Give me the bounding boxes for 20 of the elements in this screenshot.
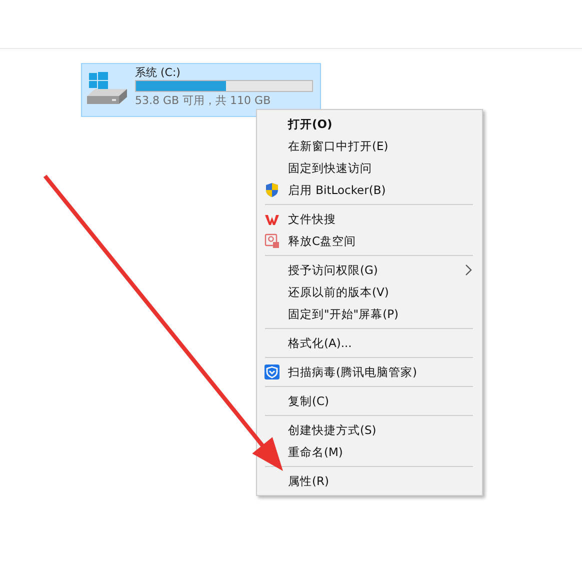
menu-item[interactable]: 还原以前的版本(V) — [257, 281, 482, 303]
menu-item[interactable]: 固定到"开始"屏幕(P) — [257, 303, 482, 325]
menu-item[interactable]: 复制(C) — [257, 390, 482, 412]
shield-icon — [264, 182, 280, 198]
free-space-text: 53.8 GB 可用，共 110 GB — [135, 93, 272, 108]
menu-item[interactable]: 固定到快速访问 — [257, 157, 482, 179]
menu-item[interactable]: 格式化(A)... — [257, 332, 482, 354]
menu-item[interactable]: 重命名(M) — [257, 441, 482, 463]
menu-item[interactable]: 启用 BitLocker(B) — [257, 179, 482, 201]
drive-tile[interactable]: 系统 (C:) 53.8 GB 可用，共 110 GB — [81, 63, 321, 117]
menu-item[interactable]: 在新窗口中打开(E) — [257, 135, 482, 157]
menu-item[interactable]: 授予访问权限(G) — [257, 259, 482, 281]
menu-item[interactable]: 扫描病毒(腾讯电脑管家) — [257, 361, 482, 383]
shield-icon — [264, 364, 280, 380]
drive-name: 系统 (C:) — [135, 66, 182, 79]
menu-item[interactable]: 释放C盘空间 — [257, 230, 482, 252]
menu-item[interactable]: 创建快捷方式(S) — [257, 419, 482, 441]
menu-item[interactable]: 属性(R) — [257, 470, 482, 492]
disk-cleanup-icon — [264, 233, 280, 249]
menu-item[interactable]: 文件快搜 — [257, 208, 482, 230]
